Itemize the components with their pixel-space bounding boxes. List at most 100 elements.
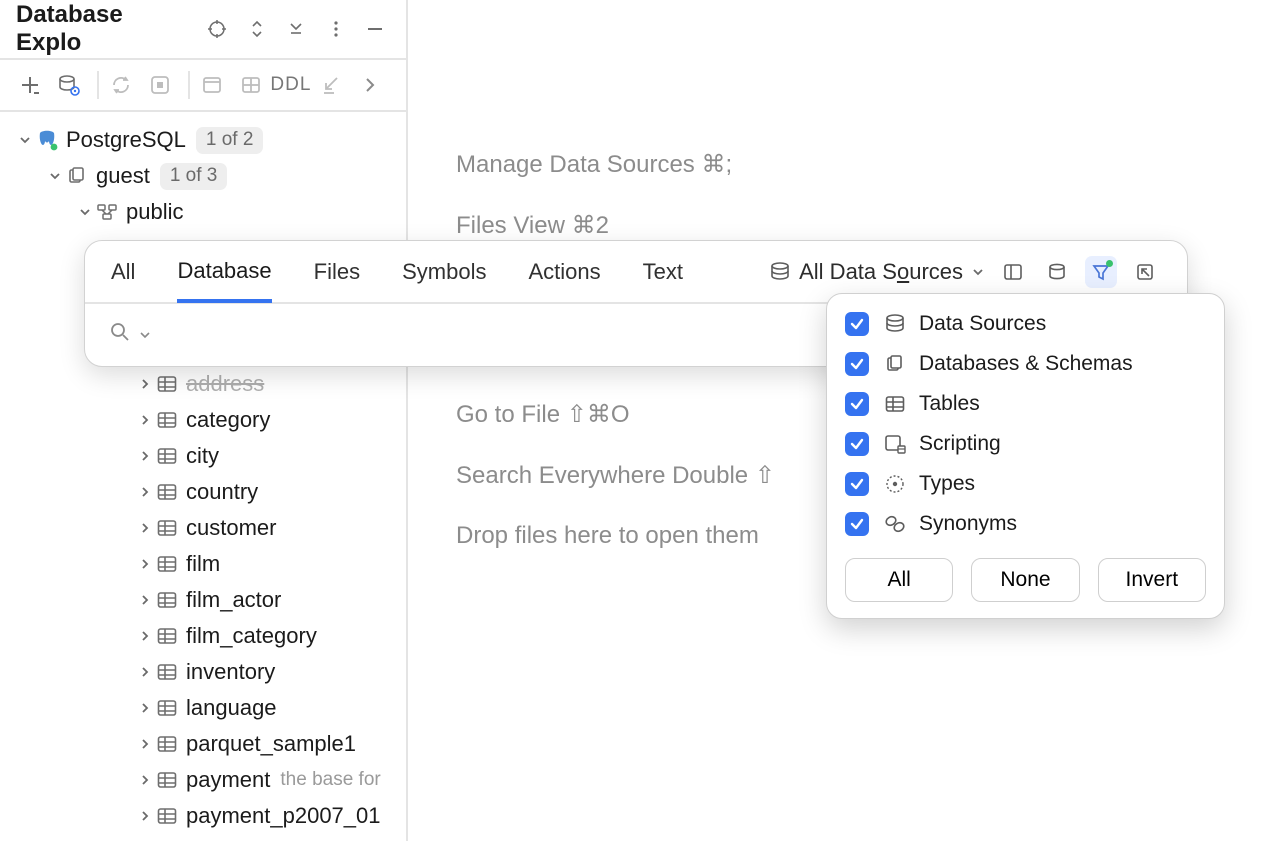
checkbox-checked-icon[interactable]: [845, 432, 869, 456]
more-icon[interactable]: [321, 15, 351, 43]
search-tab-actions[interactable]: Actions: [528, 241, 600, 302]
filter-item[interactable]: Data Sources: [827, 304, 1224, 344]
table-icon: [156, 805, 178, 827]
tree-node-table[interactable]: language: [0, 690, 406, 726]
tree-node-table[interactable]: paymentthe base for: [0, 762, 406, 798]
table-icon: [156, 589, 178, 611]
refresh-icon[interactable]: [105, 67, 138, 103]
scope-label: All Data Sources: [799, 259, 963, 285]
checkbox-checked-icon[interactable]: [845, 472, 869, 496]
filter-item[interactable]: Tables: [827, 384, 1224, 424]
filter-none-button[interactable]: None: [971, 558, 1079, 602]
tree-node-table[interactable]: country: [0, 474, 406, 510]
pin-icon[interactable]: [1129, 256, 1161, 288]
table-view-icon[interactable]: [234, 67, 267, 103]
chevron-right-icon[interactable]: [134, 373, 156, 395]
node-label: country: [186, 479, 258, 505]
checkbox-checked-icon[interactable]: [845, 312, 869, 336]
search-tab-all[interactable]: All: [111, 241, 135, 302]
filter-label: Synonyms: [919, 512, 1017, 536]
table-icon: [156, 517, 178, 539]
ddl-button[interactable]: DDL: [273, 67, 309, 103]
chevron-down-icon[interactable]: [139, 324, 151, 347]
stop-icon[interactable]: [143, 67, 176, 103]
datasource-icon: [883, 312, 907, 336]
add-icon[interactable]: [14, 67, 47, 103]
import-icon[interactable]: [315, 67, 348, 103]
chevron-right-icon[interactable]: [134, 553, 156, 575]
search-tab-database[interactable]: Database: [177, 242, 271, 303]
node-label: customer: [186, 515, 276, 541]
tree-node-database[interactable]: guest 1 of 3: [0, 158, 406, 194]
count-badge: 1 of 2: [196, 127, 264, 154]
scope-selector[interactable]: All Data Sources: [769, 259, 985, 285]
table-icon: [156, 409, 178, 431]
node-label: film_category: [186, 623, 317, 649]
tree-node-table[interactable]: inventory: [0, 654, 406, 690]
tree-node-table[interactable]: payment_p2007_01: [0, 798, 406, 834]
chevron-right-icon[interactable]: [134, 661, 156, 683]
node-label: film: [186, 551, 220, 577]
console-icon[interactable]: [196, 67, 229, 103]
filter-item[interactable]: Databases & Schemas: [827, 344, 1224, 384]
checkbox-checked-icon[interactable]: [845, 512, 869, 536]
chevron-right-icon[interactable]: [134, 481, 156, 503]
database-icon: [66, 165, 88, 187]
chevron-right-icon[interactable]: [134, 625, 156, 647]
checkbox-checked-icon[interactable]: [845, 392, 869, 416]
datasource-properties-icon[interactable]: [53, 67, 86, 103]
datasource-small-icon[interactable]: [1041, 256, 1073, 288]
node-label: category: [186, 407, 270, 433]
tool-window-header: Database Explo: [0, 0, 406, 60]
table-icon: [156, 553, 178, 575]
tree-node-table[interactable]: customer: [0, 510, 406, 546]
tree-node-schema[interactable]: public: [0, 194, 406, 230]
count-badge: 1 of 3: [160, 163, 228, 190]
chevron-right-icon[interactable]: [134, 733, 156, 755]
filter-item[interactable]: Scripting: [827, 424, 1224, 464]
minimize-icon[interactable]: [360, 15, 390, 43]
filter-icon[interactable]: [1085, 256, 1117, 288]
chevron-right-icon[interactable]: [134, 517, 156, 539]
tree-node-table[interactable]: city: [0, 438, 406, 474]
chevron-right-icon[interactable]: [353, 67, 386, 103]
tree-node-datasource[interactable]: PostgreSQL 1 of 2: [0, 122, 406, 158]
target-icon[interactable]: [202, 15, 232, 43]
database-explorer-tool-window: Database Explo DDL: [0, 0, 408, 841]
search-tab-files[interactable]: Files: [314, 241, 360, 302]
chevron-down-icon[interactable]: [74, 201, 96, 223]
chevron-down-icon[interactable]: [14, 129, 36, 151]
chevron-right-icon[interactable]: [134, 589, 156, 611]
tree-node-table[interactable]: film_actor: [0, 582, 406, 618]
search-icon: [109, 321, 131, 349]
checkbox-checked-icon[interactable]: [845, 352, 869, 376]
filter-invert-button[interactable]: Invert: [1098, 558, 1206, 602]
chevron-right-icon[interactable]: [134, 409, 156, 431]
table-icon: [156, 481, 178, 503]
synonym-icon: [883, 512, 907, 536]
panel-icon[interactable]: [997, 256, 1029, 288]
filter-all-button[interactable]: All: [845, 558, 953, 602]
node-label: city: [186, 443, 219, 469]
tree-node-table[interactable]: film: [0, 546, 406, 582]
filter-item[interactable]: Types: [827, 464, 1224, 504]
filter-label: Databases & Schemas: [919, 352, 1133, 376]
chevron-right-icon[interactable]: [134, 697, 156, 719]
filter-item[interactable]: Synonyms: [827, 504, 1224, 544]
tool-window-title: Database Explo: [16, 1, 192, 57]
search-tab-symbols[interactable]: Symbols: [402, 241, 486, 302]
tree-node-table[interactable]: film_category: [0, 618, 406, 654]
chevron-right-icon[interactable]: [134, 769, 156, 791]
tree-node-table[interactable]: parquet_sample1: [0, 726, 406, 762]
table-icon: [156, 445, 178, 467]
table-icon: [156, 733, 178, 755]
chevron-right-icon[interactable]: [134, 445, 156, 467]
filter-label: Scripting: [919, 432, 1001, 456]
tree-node-table[interactable]: category: [0, 402, 406, 438]
chevron-right-icon[interactable]: [134, 805, 156, 827]
search-tab-text[interactable]: Text: [643, 241, 683, 302]
expand-collapse-icon[interactable]: [242, 15, 272, 43]
chevron-down-icon[interactable]: [44, 165, 66, 187]
collapse-all-icon[interactable]: [281, 15, 311, 43]
tree-node-table[interactable]: address: [0, 366, 406, 402]
